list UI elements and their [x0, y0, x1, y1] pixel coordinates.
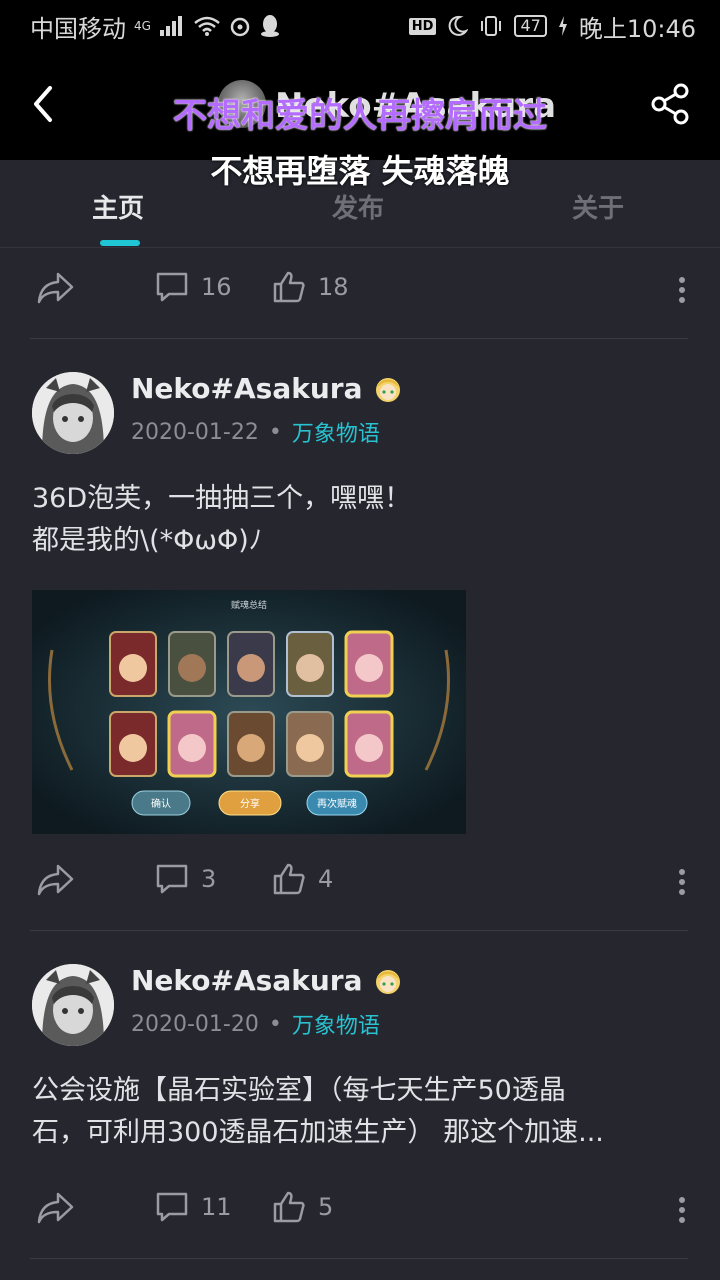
forward-icon — [37, 1192, 74, 1224]
network-type: 4G — [134, 19, 151, 33]
like-button[interactable]: 18 — [272, 270, 349, 304]
vibrate-icon — [481, 16, 502, 36]
qq-icon — [260, 15, 279, 37]
tab-home[interactable]: 主页 — [92, 188, 144, 225]
meta-separator: • — [268, 1011, 282, 1037]
post-header: Neko#Asakura 2020-01-20 • 万象物语 — [32, 964, 692, 1048]
moon-icon — [449, 15, 469, 36]
clock: 晚上10:46 — [578, 14, 696, 43]
like-count: 4 — [318, 865, 334, 893]
tab-indicator — [100, 240, 140, 246]
profile-header: Neko#Asakura 不想和爱的人再擦肩而过 — [0, 52, 720, 160]
forward-icon — [37, 864, 74, 896]
comment-count: 11 — [201, 1193, 232, 1221]
comment-button[interactable]: 11 — [155, 1190, 232, 1224]
comment-count: 16 — [201, 273, 232, 301]
meta-separator: • — [268, 419, 282, 445]
post-text-line: 公会设施【晶石实验室】（每七天生产50透晶 — [32, 1075, 566, 1106]
share-icon — [651, 83, 689, 125]
post-text[interactable]: 36D泡芙，一抽抽三个，嘿嘿！ 都是我的\(*ΦωΦ)ﾉ — [32, 478, 692, 562]
post-text-line: 36D泡芙，一抽抽三个，嘿嘿！ — [32, 483, 412, 514]
forward-button[interactable] — [36, 1190, 76, 1226]
comment-button[interactable]: 3 — [155, 862, 216, 896]
post-actions: 3 4 — [0, 852, 720, 912]
avatar[interactable] — [32, 964, 114, 1046]
comment-icon — [156, 272, 188, 302]
hd-icon: HD — [408, 17, 437, 35]
like-count: 18 — [318, 273, 349, 301]
thumbs-up-icon — [273, 863, 305, 895]
post-meta: 2020-01-22 • 万象物语 — [131, 416, 380, 448]
post-image[interactable]: 赋魂总结 确认 分享 再次赋魂 — [32, 590, 466, 834]
thumbs-up-icon — [273, 1191, 305, 1223]
badge-icon — [376, 969, 401, 994]
author-name: Neko#Asakura — [131, 372, 363, 405]
netease-icon — [230, 17, 250, 37]
comment-icon — [156, 1192, 188, 1222]
post-meta: 2020-01-20 • 万象物语 — [131, 1008, 380, 1040]
battery-level: 47 — [514, 15, 547, 37]
more-options-icon[interactable] — [674, 864, 690, 900]
divider — [30, 1258, 688, 1259]
post-topic[interactable]: 万象物语 — [292, 1008, 380, 1040]
post-author[interactable]: Neko#Asakura — [131, 372, 404, 405]
comment-icon — [156, 864, 188, 894]
author-name: Neko#Asakura — [131, 964, 363, 997]
game-screenshot: 赋魂总结 确认 分享 再次赋魂 — [32, 590, 466, 834]
charging-icon — [558, 16, 567, 36]
post-actions: 11 5 — [0, 1180, 720, 1240]
tab-posts[interactable]: 发布 — [332, 188, 384, 225]
forward-icon — [37, 272, 74, 304]
like-button[interactable]: 5 — [272, 1190, 333, 1224]
lyric-overlay-top: 不想和爱的人再擦肩而过 — [173, 96, 547, 136]
badge-icon — [376, 377, 401, 402]
signal-icon — [159, 16, 182, 36]
post-date: 2020-01-22 — [131, 419, 259, 445]
image-button-label: 分享 — [240, 797, 260, 810]
tab-about[interactable]: 关于 — [572, 188, 624, 225]
avatar[interactable] — [32, 372, 114, 454]
post-text[interactable]: 公会设施【晶石实验室】（每七天生产50透晶 石，可利用300透晶石加速生产） 那… — [32, 1070, 692, 1154]
avatar-image — [32, 372, 114, 454]
post-actions: 16 18 — [0, 260, 720, 320]
forward-button[interactable] — [36, 270, 76, 306]
post-topic[interactable]: 万象物语 — [292, 416, 380, 448]
forward-button[interactable] — [36, 862, 76, 898]
post-header: Neko#Asakura 2020-01-22 • 万象物语 — [32, 372, 692, 456]
post-date: 2020-01-20 — [131, 1011, 259, 1037]
share-button[interactable] — [648, 82, 692, 126]
comment-button[interactable]: 16 — [155, 270, 232, 304]
image-button-label: 再次赋魂 — [317, 797, 357, 810]
comment-count: 3 — [201, 865, 217, 893]
avatar-image — [32, 964, 114, 1046]
post-text-line: 都是我的\(*ΦωΦ)ﾉ — [32, 525, 263, 556]
like-count: 5 — [318, 1193, 334, 1221]
thumbs-up-icon — [273, 271, 305, 303]
wifi-icon — [194, 16, 220, 36]
status-bar: 中国移动 4G HD 47 晚上10:46 — [0, 0, 720, 52]
image-button-label: 确认 — [151, 797, 171, 810]
image-title: 赋魂总结 — [231, 599, 267, 611]
divider — [30, 930, 688, 931]
carrier-label: 中国移动 — [30, 14, 126, 43]
post-author[interactable]: Neko#Asakura — [131, 964, 404, 997]
lyric-overlay-bottom: 不想再堕落 失魂落魄 — [210, 152, 510, 190]
like-button[interactable]: 4 — [272, 862, 333, 896]
more-options-icon[interactable] — [674, 1192, 690, 1228]
divider — [30, 338, 688, 339]
more-options-icon[interactable] — [674, 272, 690, 308]
post-text-line: 石，可利用300透晶石加速生产） 那这个加速... — [32, 1117, 604, 1148]
